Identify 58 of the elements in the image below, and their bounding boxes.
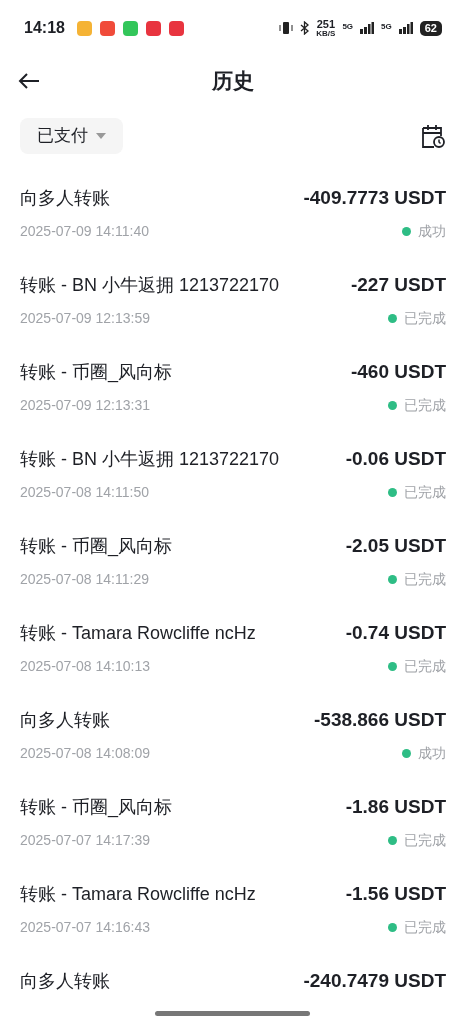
transaction-title: 向多人转账 [20,708,110,732]
transaction-amount: -538.866 USDT [314,708,446,732]
transaction-title: 转账 - 币圈_风向标 [20,795,172,820]
filter-dropdown[interactable]: 已支付 [20,118,123,154]
transaction-title: 转账 - 币圈_风向标 [20,534,172,559]
page-title: 历史 [212,68,254,95]
transaction-title: 转账 - Tamara Rowcliffe ncHz [20,621,256,645]
transaction-date: 2025-07-07 14:16:43 [20,917,150,937]
transaction-status: 已完成 [404,482,446,502]
transaction-status: 已完成 [404,830,446,850]
transaction-amount: -1.86 USDT [345,795,446,819]
transaction-title: 转账 - BN 小牛返拥 1213722170 [20,273,280,297]
app-notification-icon [76,20,92,36]
calendar-clock-icon[interactable] [420,123,446,149]
transaction-amount: -409.7773 USDT [303,186,446,210]
transaction-status: 成功 [418,743,446,763]
transaction-amount: -0.06 USDT [345,447,446,471]
caret-icon [96,133,106,139]
transaction-date: 2025-07-08 14:11:29 [20,569,149,589]
transaction-date: 2025-07-09 12:13:59 [20,308,150,328]
transaction-title: 向多人转账 [20,969,110,993]
vibrate-icon [279,21,294,35]
transaction-amount: -0.74 USDT [345,621,446,645]
transaction-title: 转账 - Tamara Rowcliffe ncHz [20,882,256,906]
app-notification-icon [168,20,184,36]
transaction-status: 已完成 [404,656,446,676]
transaction-title: 转账 - 币圈_风向标 [20,360,172,385]
app-notification-icon [99,20,115,36]
transaction-amount: -2.05 USDT [345,534,446,558]
network-type: 5G [342,20,354,33]
bluetooth-icon [300,21,310,35]
transaction-status: 已完成 [404,569,446,589]
transaction-date: 2025-07-08 14:10:13 [20,656,150,676]
transaction-amount: -460 USDT [350,360,446,384]
network-speed-unit: KB/S [316,29,336,38]
signal-icon [360,22,375,34]
transaction-amount: -1.56 USDT [345,882,446,906]
back-arrow-icon[interactable] [18,72,40,90]
transaction-date: 2025-07-09 14:11:40 [20,221,149,241]
network-type: 5G [381,20,392,33]
transaction-title: 转账 - BN 小牛返拥 1213722170 [20,447,280,471]
transaction-date: 2025-07-09 12:13:31 [20,395,150,415]
network-speed: 251 [316,18,335,30]
transaction-amount: -240.7479 USDT [303,969,446,993]
transaction-date: 2025-07-08 14:08:09 [20,743,150,763]
transaction-status: 已完成 [404,395,446,415]
battery-icon: 62 [419,20,442,36]
transaction-date: 2025-07-07 14:17:39 [20,830,150,850]
transaction-amount: -227 USDT [350,273,446,297]
signal-icon [398,22,413,34]
transaction-title: 向多人转账 [20,186,110,210]
clock-time: 14:18 [24,18,65,38]
app-notification-icon [122,20,138,36]
transaction-status: 已完成 [404,308,446,328]
app-notification-icon [145,20,161,36]
transaction-date: 2025-07-08 14:11:50 [20,482,149,502]
transaction-status: 成功 [418,221,446,241]
transaction-status: 已完成 [404,917,446,937]
